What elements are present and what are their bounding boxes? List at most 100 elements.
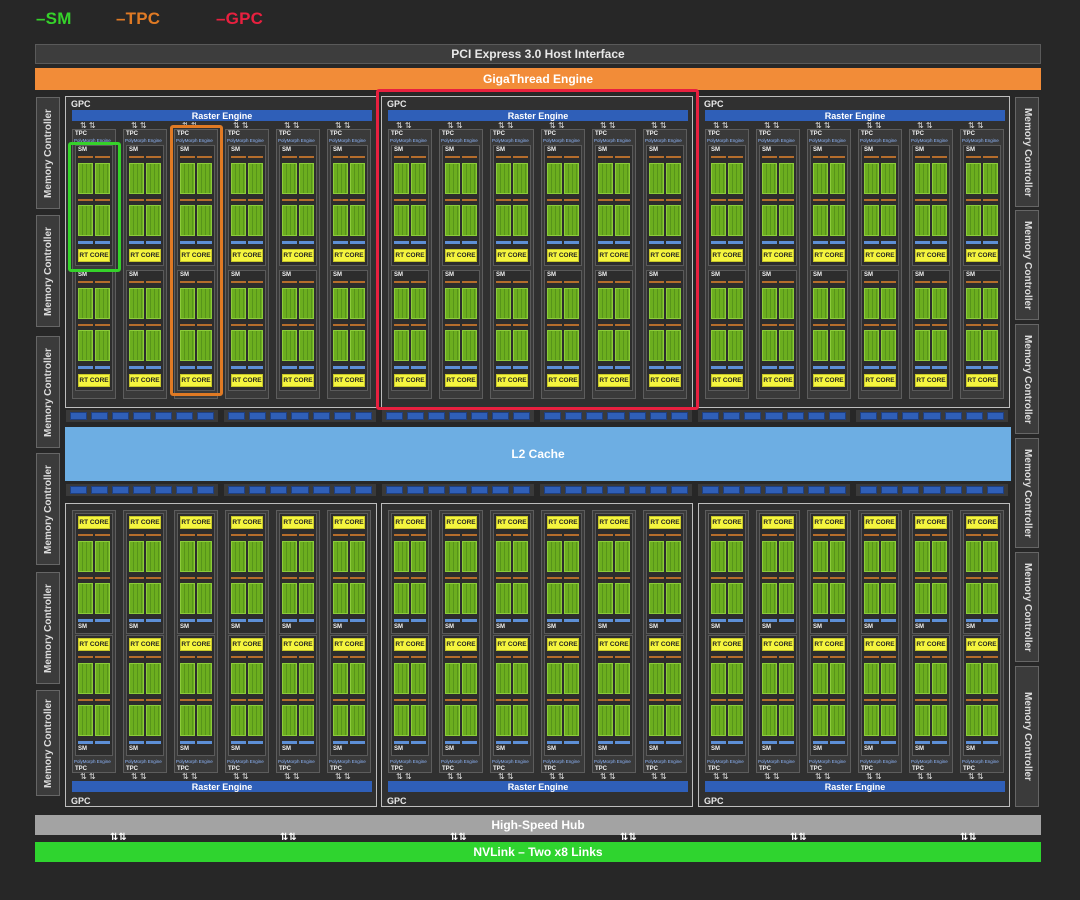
- crossbar-slot: [386, 486, 404, 494]
- register-strip: [864, 156, 880, 158]
- register-strip: [298, 323, 314, 326]
- sm: RT CORE SM: [126, 513, 164, 634]
- sm-label: SM: [598, 624, 607, 630]
- cuda-core-block: [445, 583, 461, 615]
- register-strip: [333, 656, 349, 658]
- memory-controller-label: Memory Controller: [42, 347, 54, 437]
- cuda-core-block: [727, 705, 743, 737]
- sm-core-column: [180, 534, 196, 622]
- polymorph-engine: PolyMorph Engine: [911, 759, 948, 764]
- register-strip: [394, 656, 410, 658]
- register-strip: [247, 576, 263, 579]
- load-store-strip: [547, 741, 563, 744]
- cuda-core-block: [180, 540, 196, 572]
- sm-core-column: [231, 156, 247, 244]
- sm: RT CORE SM: [861, 513, 899, 634]
- crossbar-slot: [607, 412, 625, 420]
- register-strip: [711, 534, 727, 536]
- sm-cores: [864, 656, 896, 744]
- register-strip: [711, 698, 727, 701]
- sm-cores: [813, 156, 845, 244]
- sm: RT CORE SM: [391, 635, 429, 756]
- sm-core-column: [915, 156, 931, 244]
- rt-core: RT CORE: [966, 638, 998, 651]
- crossbar-strip: [224, 484, 376, 496]
- sm: SM RT CORE: [279, 270, 317, 391]
- register-strip: [778, 156, 794, 158]
- sm-cores: [282, 156, 314, 244]
- sm-core-column: [282, 281, 298, 369]
- rt-core: RT CORE: [649, 516, 681, 529]
- cuda-core-block: [880, 162, 896, 194]
- register-strip: [547, 534, 563, 536]
- sm-core-column: [78, 656, 94, 744]
- sm-cores: [129, 156, 161, 244]
- register-strip: [711, 323, 727, 326]
- sm: RT CORE SM: [708, 635, 746, 756]
- register-strip: [966, 576, 982, 579]
- cuda-core-block: [394, 705, 410, 737]
- gpc-label: GPC: [71, 796, 91, 806]
- tpc: TPC PolyMorph Engine SM RT CORE SM RT CORE: [909, 129, 953, 399]
- cuda-core-block: [94, 540, 110, 572]
- cuda-core-block: [145, 583, 161, 615]
- register-strip: [247, 323, 263, 326]
- sm-core-column: [563, 656, 579, 744]
- tpc-label: TPC: [810, 131, 822, 137]
- cuda-core-block: [762, 540, 778, 572]
- crossbar-slot: [744, 486, 762, 494]
- sm-label: SM: [547, 624, 556, 630]
- cuda-core-block: [982, 205, 998, 237]
- register-strip: [966, 281, 982, 283]
- sm-cores: [445, 534, 477, 622]
- load-store-strip: [298, 741, 314, 744]
- rt-core: RT CORE: [598, 638, 630, 651]
- crossbar-slot: [586, 412, 604, 420]
- cuda-core-block: [915, 330, 931, 362]
- cuda-core-block: [966, 705, 982, 737]
- cuda-core-block: [94, 287, 110, 319]
- load-store-strip: [813, 619, 829, 622]
- crossbar-slot: [270, 412, 288, 420]
- rt-core: RT CORE: [333, 374, 365, 387]
- cuda-core-block: [349, 162, 365, 194]
- sm-label: SM: [711, 272, 720, 278]
- load-store-strip: [282, 741, 298, 744]
- sm-cores: [864, 156, 896, 244]
- cuda-core-block: [813, 205, 829, 237]
- register-strip: [94, 323, 110, 326]
- load-store-strip: [829, 619, 845, 622]
- register-strip: [563, 576, 579, 579]
- register-strip: [129, 281, 145, 283]
- sm-label: SM: [649, 624, 658, 630]
- crossbar-slot: [986, 412, 1004, 420]
- crossbar-slot: [428, 412, 446, 420]
- register-strip: [813, 698, 829, 701]
- register-strip: [614, 534, 630, 536]
- load-store-strip: [982, 241, 998, 244]
- crossbar-strip: [66, 484, 218, 496]
- cuda-core-block: [762, 287, 778, 319]
- sm-cores: [711, 281, 743, 369]
- tpc: TPC PolyMorph Engine SM RT CORE SM RT CORE: [705, 129, 749, 399]
- tpc-arrows: ⇅ ⇅: [651, 772, 667, 781]
- sm-label: SM: [78, 272, 87, 278]
- register-strip: [982, 576, 998, 579]
- register-strip: [982, 323, 998, 326]
- register-strip: [711, 576, 727, 579]
- sm-core-column: [711, 156, 727, 244]
- sm-label: SM: [711, 746, 720, 752]
- cuda-core-block: [727, 583, 743, 615]
- rt-core: RT CORE: [547, 516, 579, 529]
- sm-label: SM: [333, 272, 342, 278]
- crossbar-slot: [670, 486, 688, 494]
- cuda-core-block: [614, 662, 630, 694]
- register-strip: [982, 281, 998, 283]
- cuda-core-block: [129, 583, 145, 615]
- register-strip: [496, 656, 512, 658]
- register-strip: [394, 576, 410, 579]
- register-strip: [145, 156, 161, 158]
- sm-cores: [394, 656, 426, 744]
- tpc-label: TPC: [75, 131, 87, 137]
- register-strip: [762, 534, 778, 536]
